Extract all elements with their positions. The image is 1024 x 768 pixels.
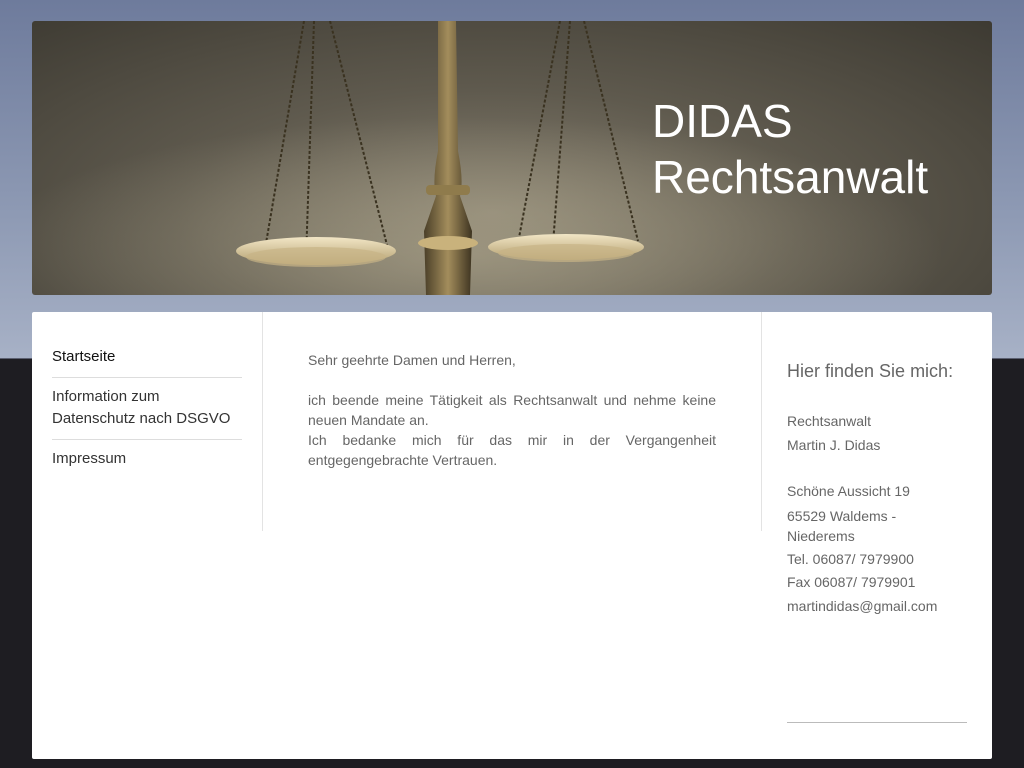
nav-item-datenschutz[interactable]: Information zum Datenschutz nach DSGVO	[52, 378, 242, 440]
main-content: Sehr geehrte Damen und Herren, ich beend…	[308, 350, 716, 470]
site-title-line2: Rechtsanwalt	[652, 151, 929, 203]
header-banner: DIDAS Rechtsanwalt	[32, 21, 992, 295]
thanks-paragraph: Ich bedanke mich für das mir in der Verg…	[308, 432, 716, 468]
column-divider-right	[761, 312, 762, 531]
column-divider-left	[262, 312, 263, 531]
site-title: DIDAS Rechtsanwalt	[652, 93, 928, 205]
contact-street: Schöne Aussicht 19	[787, 483, 910, 499]
nav-item-startseite[interactable]: Startseite	[52, 338, 242, 378]
contact-town: 65529 Waldems - Niederems	[787, 507, 897, 544]
greeting-text: Sehr geehrte Damen und Herren,	[308, 352, 516, 368]
contact-name: Martin J. Didas	[787, 436, 881, 453]
sidebar-heading: Hier finden Sie mich:	[787, 361, 954, 381]
main-navigation: Startseite Information zum Datenschutz n…	[52, 338, 242, 479]
contact-fax: Fax 06087/ 7979901	[787, 574, 916, 590]
contact-email-link[interactable]: martindidas@gmail.com	[787, 595, 967, 619]
contact-phone: Tel. 06087/ 7979900	[787, 550, 914, 567]
contact-profession: Rechtsanwalt	[787, 413, 872, 429]
site-title-line1: DIDAS	[652, 95, 793, 147]
nav-item-impressum[interactable]: Impressum	[52, 440, 242, 479]
sidebar-divider	[787, 722, 967, 723]
content-panel: Startseite Information zum Datenschutz n…	[32, 312, 992, 759]
contact-sidebar: Hier finden Sie mich: Rechtsanwalt Marti…	[787, 359, 967, 618]
notice-paragraph: ich beende meine Tätigkeit als Rechtsanw…	[308, 392, 716, 428]
